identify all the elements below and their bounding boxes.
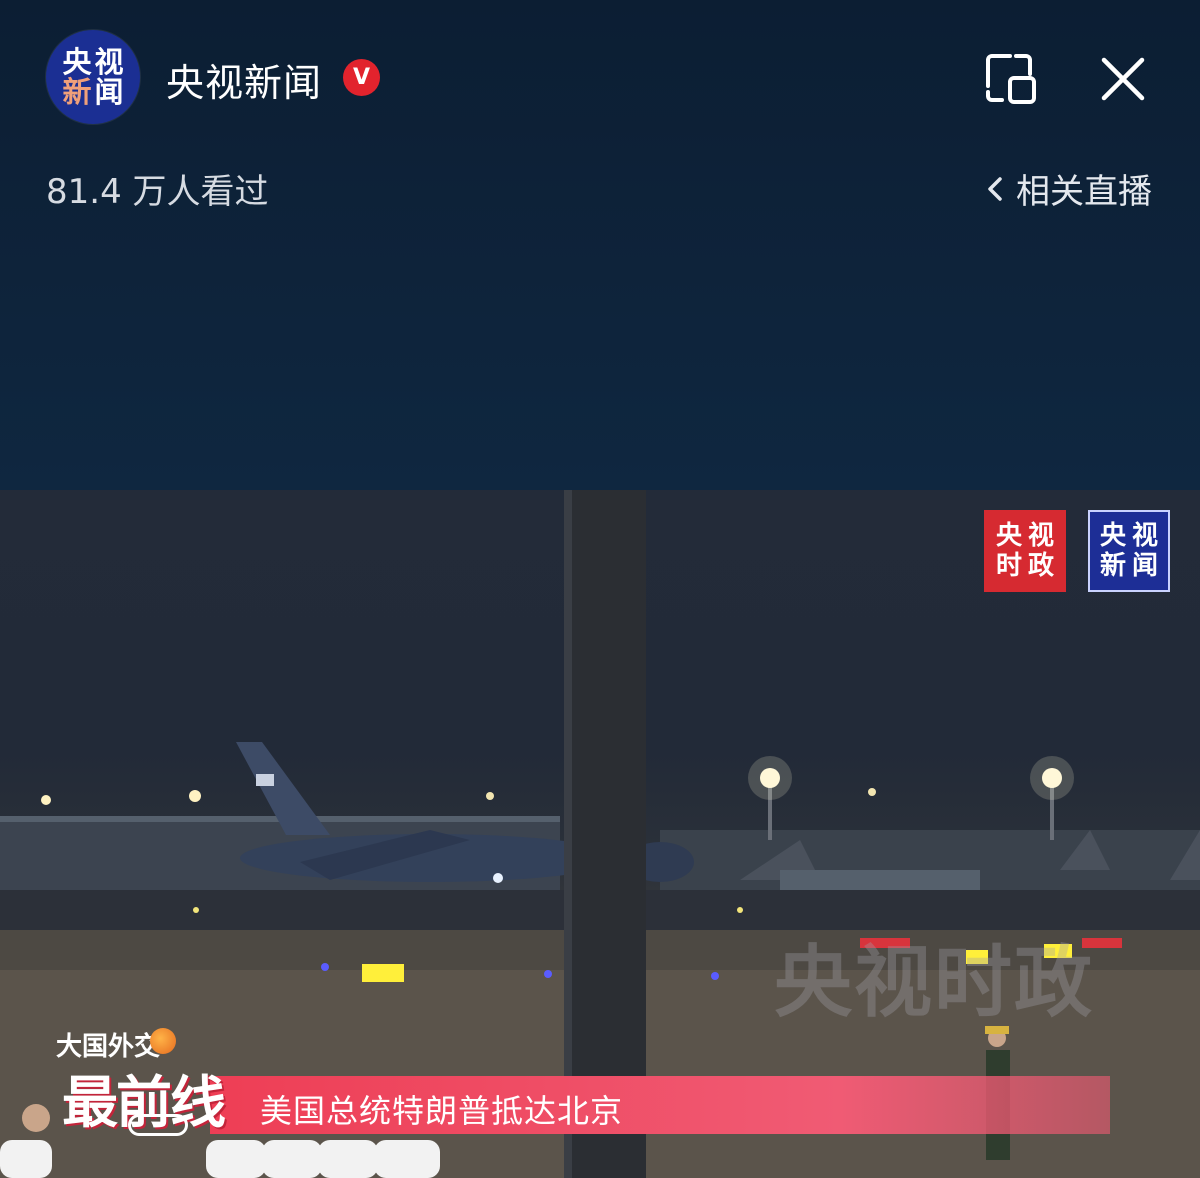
avatar-char: 视 — [94, 45, 124, 79]
avatar-char: 央 — [62, 45, 92, 79]
avatar-char: 闻 — [94, 75, 124, 109]
logo-char: 闻 — [1131, 551, 1158, 581]
cctv-news-logo: 央 视 新 闻 — [1088, 510, 1170, 592]
watermark: 央视时政 — [774, 938, 1095, 1028]
related-live-label: 相关直播 — [1016, 172, 1152, 212]
logo-char: 视 — [1027, 521, 1054, 551]
news-headline: 美国总统特朗普抵达北京 — [260, 1092, 624, 1130]
video-player[interactable]: 央 视 时 政 央 视 新 闻 央视时政 大国外交 最前线 美国总统特朗普抵达北… — [0, 490, 1200, 1178]
verified-badge: V — [343, 59, 380, 96]
close-icon[interactable] — [1096, 52, 1150, 106]
arrow-badge-icon — [128, 1114, 188, 1136]
logo-char: 政 — [1027, 551, 1054, 581]
related-live-button[interactable]: 相关直播 — [984, 164, 1152, 213]
logo-char: 央 — [995, 521, 1022, 551]
channel-name[interactable]: 央视新闻 — [166, 52, 322, 107]
picture-in-picture-icon[interactable] — [980, 50, 1042, 108]
channel-avatar[interactable]: 央 视 新 闻 — [46, 30, 140, 124]
avatar-char: 新 — [62, 75, 92, 109]
logo-char: 央 — [1099, 521, 1126, 551]
globe-icon — [150, 1028, 176, 1054]
chevron-left-icon — [988, 176, 1002, 201]
cctv-news-logo: 央 视 新 闻 — [61, 47, 125, 107]
viewer-count: 81.4 万人看过 — [46, 172, 269, 212]
logo-char: 新 — [1099, 551, 1126, 581]
logo-char: 视 — [1131, 521, 1158, 551]
cctv-politics-logo: 央 视 时 政 — [984, 510, 1066, 592]
live-header: 央 视 新 闻 央视新闻 V 81.4 万人看过 相关直播 — [0, 0, 1200, 490]
logo-char: 时 — [995, 551, 1022, 581]
